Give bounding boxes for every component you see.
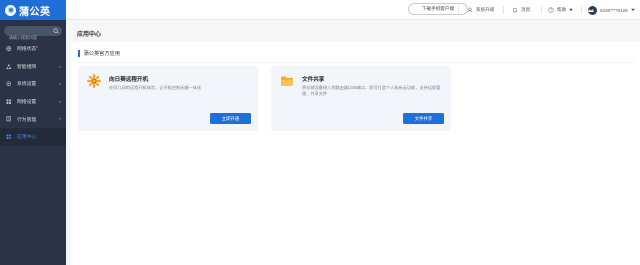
page-title: 应用中心 (77, 32, 102, 38)
messages-label: 消息 (521, 7, 531, 12)
section-title-label: 蒲公英官方应用 (83, 50, 120, 57)
card-title: 向日葵远程开机 (109, 77, 149, 83)
sidebar-item-network-status[interactable]: 网络状态 (0, 40, 66, 58)
app-card-sunflower: 向日葵远程开机 在同几间的远程开机体验，让开机控制无缝一体化 立即开通 (78, 66, 258, 131)
divider (458, 6, 459, 14)
system-upgrade-button[interactable]: 系统升级 (467, 0, 494, 20)
card-description: 将存储设备接入到路由器USB端口，即可打造个人私有云功能，支持远程管理、共享文件 (302, 85, 441, 96)
account-menu[interactable]: 6420****8129 (588, 0, 639, 20)
top-bar: 下载手机客户端 系统升级 消息 帮助 6420****8129 (66, 0, 640, 20)
help-menu[interactable]: 帮助 (548, 0, 577, 20)
logo[interactable]: 蒲公英 (0, 0, 66, 20)
settings-icon (6, 81, 12, 87)
messages-button[interactable]: 消息 (512, 0, 530, 20)
sidebar-item-smart-network[interactable]: 智能组网 (0, 58, 66, 76)
router-icon (588, 8, 594, 12)
file-share-button[interactable]: 文件共享 (403, 113, 444, 124)
folder-icon (281, 76, 293, 86)
apps-icon (6, 134, 12, 140)
app-card-file-share: 文件共享 将存储设备接入到路由器USB端口，即可打造个人私有云功能，支持远程管理… (271, 66, 451, 131)
caret-down-icon (630, 8, 635, 12)
sidebar-item-app-center[interactable]: 应用中心 (0, 127, 66, 146)
download-app-button[interactable]: 下载手机客户端 (408, 3, 468, 15)
sidebar-item-label: 系统设置 (17, 82, 37, 88)
content-panel: 蒲公英官方应用 向日葵远程开机 在同几间的远程开机体验，让开机控制无缝一体化 立… (71, 42, 640, 265)
sunflower-icon (87, 74, 101, 88)
chevron-down-icon (58, 118, 62, 121)
globe-icon (6, 46, 12, 52)
sidebar-item-label: 网络状态 (17, 47, 37, 53)
search-icon[interactable] (53, 28, 59, 34)
notification-dot (36, 46, 39, 49)
card-description: 在同几间的远程开机体验，让开机控制无缝一体化 (109, 85, 202, 90)
help-icon (548, 7, 554, 13)
logo-icon (5, 4, 16, 16)
account-label: 6420****8129 (600, 7, 628, 13)
sidebar: 蒲公英 网络状态 智能组网 系统设置 网络设置 行为管理 应用中心 (0, 0, 66, 265)
avatar (588, 5, 597, 15)
chevron-down-icon (58, 100, 62, 103)
sidebar-item-system-settings[interactable]: 系统设置 (0, 75, 66, 93)
main-content: 应用中心 蒲公英官方应用 向日葵远程开机 在同几间的远程开机体验，让开机控制无缝… (66, 20, 640, 265)
upgrade-icon (467, 7, 473, 13)
sidebar-item-label: 智能组网 (17, 64, 37, 70)
sidebar-item-behavior-management[interactable]: 行为管理 (0, 110, 66, 128)
divider (541, 6, 542, 14)
sidebar-item-label: 行为管理 (17, 117, 37, 123)
grid-icon (6, 99, 12, 105)
section-marker (78, 49, 80, 57)
network-icon (6, 63, 12, 69)
bell-icon (512, 8, 518, 13)
list-icon (6, 116, 12, 122)
caret-down-icon (569, 8, 574, 12)
activate-now-button[interactable]: 立即开通 (210, 113, 251, 124)
sidebar-item-label: 应用中心 (17, 135, 37, 141)
chevron-down-icon (58, 83, 62, 85)
sidebar-item-network-settings[interactable]: 网络设置 (0, 93, 66, 111)
sidebar-search[interactable] (4, 26, 62, 43)
system-upgrade-label: 系统升级 (476, 7, 495, 12)
card-title: 文件共享 (302, 77, 325, 83)
divider (581, 6, 582, 14)
logo-text: 蒲公英 (19, 6, 51, 18)
divider (503, 6, 504, 14)
divider (78, 62, 634, 63)
help-label: 帮助 (557, 7, 567, 12)
chevron-down-icon (58, 65, 62, 68)
sidebar-item-label: 网络设置 (17, 100, 37, 106)
section-title: 蒲公英官方应用 (78, 49, 120, 57)
